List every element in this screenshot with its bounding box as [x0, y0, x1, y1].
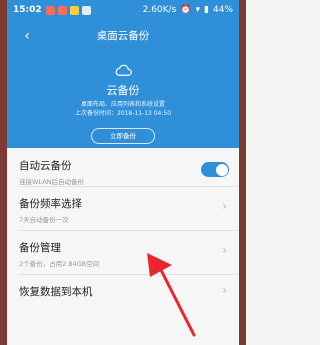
divider [19, 274, 239, 275]
divider [19, 230, 239, 231]
page-title: 桌面云备份 [96, 30, 150, 42]
status-right: 2.60K/s ⏰ ▾ ▮ 44% [143, 5, 233, 15]
restore-title: 恢复数据到本机 [19, 286, 93, 298]
status-bar: 15:02 2.60K/s ⏰ ▾ ▮ 44% [7, 0, 239, 20]
alarm-icon: ⏰ [180, 5, 192, 15]
phone-bezel-left [0, 0, 7, 345]
wifi-icon: ▾ [195, 5, 201, 15]
app-notification-icon [57, 5, 67, 15]
chevron-right-icon: › [222, 283, 227, 297]
cloud-icon [115, 64, 132, 76]
status-time: 15:02 [13, 5, 42, 15]
app-notification-icon [81, 5, 91, 15]
backup-header: ‹ 桌面云备份 云备份 桌面布局、应用列表和系统设置 上次备份时间：2018-1… [7, 20, 239, 148]
settings-list: 自动云备份 连接WLAN后自动备份 备份频率选择 7天自动备份一次 › 备份管理… [7, 150, 239, 345]
restore-row[interactable]: 恢复数据到本机 › [7, 283, 239, 299]
backup-frequency-title: 备份频率选择 [19, 198, 82, 210]
chevron-right-icon: › [222, 243, 227, 257]
battery-level: 44% [212, 5, 233, 15]
app-notification-icon [45, 5, 55, 15]
auto-backup-toggle[interactable] [201, 162, 229, 177]
cloud-backup-label: 云备份 [106, 84, 140, 97]
auto-backup-row[interactable]: 自动云备份 连接WLAN后自动备份 [7, 158, 239, 186]
app-notification-icon [69, 5, 79, 15]
divider [19, 186, 239, 187]
backup-management-title: 备份管理 [19, 242, 61, 254]
network-speed: 2.60K/s [142, 5, 177, 15]
backup-now-button[interactable]: 立即备份 [91, 128, 155, 144]
phone-bezel-right [239, 0, 246, 345]
backup-management-row[interactable]: 备份管理 2个备份，占用2.84GB空间 › [7, 240, 239, 268]
chevron-right-icon: › [222, 199, 227, 213]
auto-backup-subtitle: 连接WLAN后自动备份 [19, 178, 85, 186]
backup-description: 桌面布局、应用列表和系统设置 [80, 101, 165, 108]
last-backup-time: 上次备份时间：2018-11-13 04:50 [74, 110, 172, 117]
toggle-knob [215, 163, 228, 176]
notification-icons [45, 5, 91, 15]
backup-management-subtitle: 2个备份，占用2.84GB空间 [19, 260, 100, 268]
backup-frequency-subtitle: 7天自动备份一次 [19, 216, 69, 224]
backup-frequency-row[interactable]: 备份频率选择 7天自动备份一次 › [7, 196, 239, 224]
signal-icon: ▮ [204, 5, 209, 15]
